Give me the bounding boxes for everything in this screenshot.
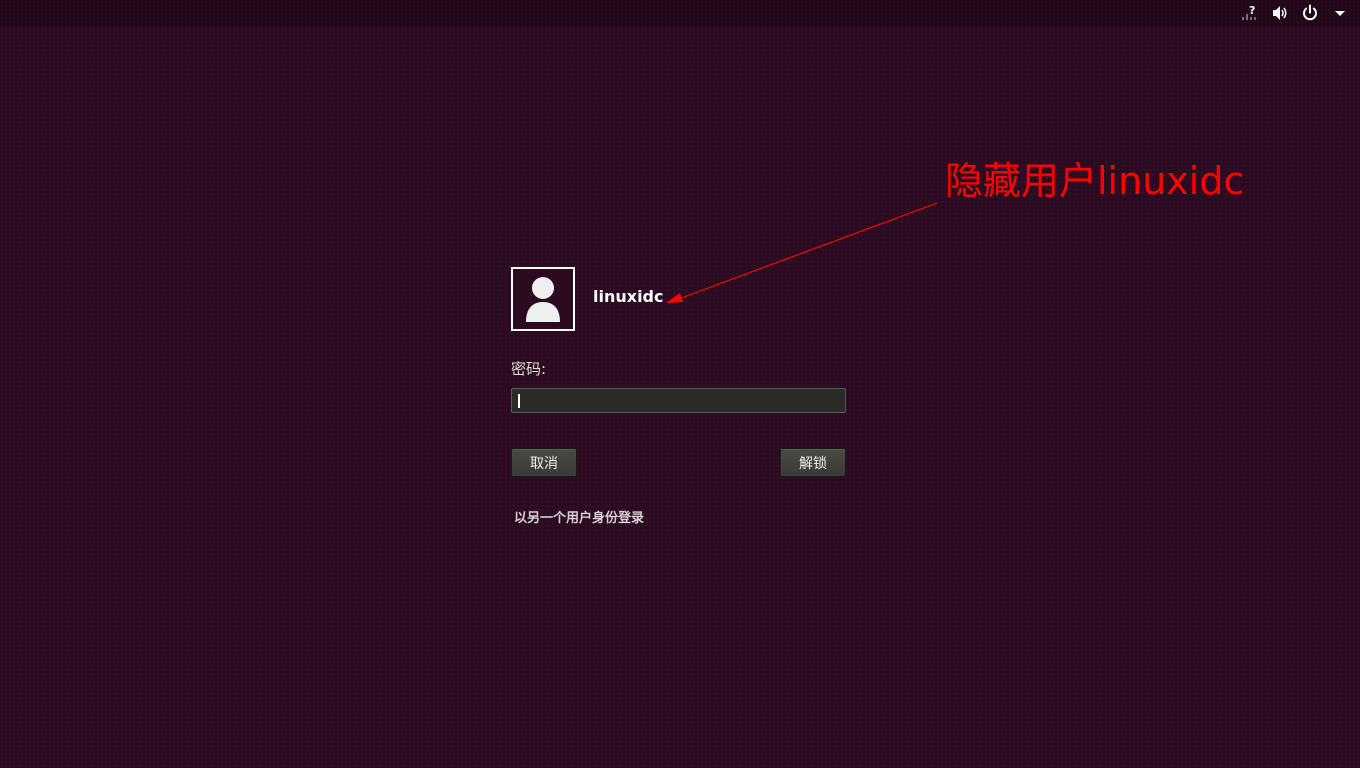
login-as-other-user-link[interactable]: 以另一个用户身份登录 — [514, 507, 644, 526]
avatar — [511, 267, 575, 331]
system-tray: ? — [1240, 3, 1350, 23]
username-label: linuxidc — [593, 287, 664, 306]
annotation-label: 隐藏用户linuxidc — [945, 159, 1245, 203]
network-unknown-icon[interactable]: ? — [1240, 3, 1260, 23]
chevron-down-icon[interactable] — [1330, 3, 1350, 23]
svg-text:?: ? — [1249, 4, 1255, 17]
user-icon — [526, 277, 560, 322]
text-cursor — [518, 394, 520, 408]
annotation-arrow — [666, 202, 938, 303]
cancel-button[interactable]: 取消 — [511, 448, 577, 477]
password-label: 密码: — [511, 360, 547, 378]
power-icon[interactable] — [1300, 3, 1320, 23]
lock-screen: ? linuxidc 密码: 取消 解锁 以另一个用户身份登录 隐藏用户linu… — [0, 0, 1360, 768]
top-panel: ? — [0, 0, 1360, 27]
unlock-button[interactable]: 解锁 — [780, 448, 846, 477]
password-field[interactable] — [511, 388, 846, 413]
volume-icon[interactable] — [1270, 3, 1290, 23]
